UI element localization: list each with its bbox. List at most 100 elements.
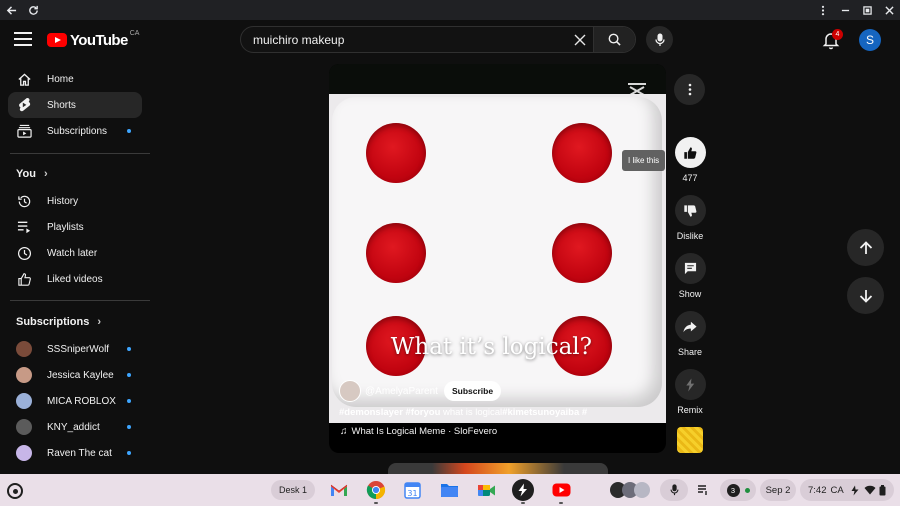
remix-action: Remix xyxy=(670,369,710,415)
sidebar-item-label: Raven The cat xyxy=(47,447,112,459)
new-content-dot xyxy=(127,425,131,429)
sidebar-item-label: KNY_addict xyxy=(47,421,100,433)
sidebar-item-playlists[interactable]: Playlists xyxy=(8,214,142,240)
menu-icon[interactable] xyxy=(14,32,32,46)
channel-avatar xyxy=(16,341,32,357)
you-heading-label: You xyxy=(16,168,36,180)
remix-button[interactable] xyxy=(674,369,706,400)
gmail-icon[interactable] xyxy=(329,480,349,500)
new-content-dot xyxy=(127,347,131,351)
sidebar-subscription-item[interactable]: SSSniperWolf xyxy=(8,336,142,362)
calendar-icon[interactable]: 31 xyxy=(402,480,422,500)
channel-avatar xyxy=(16,419,32,435)
share-button[interactable] xyxy=(674,311,706,342)
notification-center-button[interactable]: 3 xyxy=(720,479,756,501)
browser-toolbar xyxy=(0,0,900,20)
sidebar-item-label: Shorts xyxy=(47,99,76,111)
more-options-button[interactable] xyxy=(674,74,705,105)
new-content-dot xyxy=(127,399,131,403)
youtube-play-icon xyxy=(47,33,67,47)
power-status-icon xyxy=(851,485,859,495)
sidebar-subscription-item[interactable]: Raven The cat xyxy=(8,440,142,466)
previous-short-button[interactable] xyxy=(847,229,884,266)
notification-count: 3 xyxy=(726,483,740,497)
running-indicator xyxy=(559,502,563,504)
sidebar-item-label: MICA ROBLOX xyxy=(47,395,116,407)
close-icon[interactable] xyxy=(878,0,900,20)
shorts-player[interactable]: What it’s logical? @AmelyaParent Subscri… xyxy=(329,64,666,453)
sidebar-item-subscriptions[interactable]: Subscriptions xyxy=(8,118,142,144)
sidebar: Home Shorts Subscriptions You › History … xyxy=(0,64,158,474)
running-indicator xyxy=(521,502,525,504)
voice-search-button[interactable] xyxy=(646,26,673,53)
date-button[interactable]: Sep 2 xyxy=(760,479,796,501)
comments-action: Show xyxy=(670,253,710,299)
chrome-icon[interactable] xyxy=(366,480,386,500)
sidebar-divider xyxy=(10,300,150,301)
tray-avatars[interactable] xyxy=(608,479,656,501)
mic-icon xyxy=(654,33,665,46)
comments-button[interactable] xyxy=(674,253,706,284)
sidebar-item-home[interactable]: Home xyxy=(8,66,142,92)
os-shelf: Desk 1 31 3 Sep 2 7:42 CA xyxy=(0,474,900,506)
watch-later-icon xyxy=(16,245,32,261)
subscribe-button[interactable]: Subscribe xyxy=(443,381,502,401)
tote-icon[interactable] xyxy=(692,479,714,501)
status-dot xyxy=(744,487,750,493)
subscriptions-heading-label: Subscriptions xyxy=(16,316,90,328)
like-tooltip: I like this xyxy=(622,150,666,171)
caption-hashtags[interactable]: #demonslayer #foryou xyxy=(339,407,440,418)
back-arrow-icon[interactable] xyxy=(0,0,22,20)
thumbs-up-icon xyxy=(684,146,697,159)
comments-label: Show xyxy=(678,289,702,299)
dislike-label: Dislike xyxy=(676,231,704,241)
reload-icon[interactable] xyxy=(22,0,44,20)
like-button[interactable] xyxy=(674,137,706,168)
status-area[interactable]: 7:42 CA xyxy=(800,479,894,501)
sidebar-subscription-item[interactable]: KNY_addict xyxy=(8,414,142,440)
channel-handle[interactable]: @AmelyaParent xyxy=(365,386,438,397)
sidebar-item-liked-videos[interactable]: Liked videos xyxy=(8,266,142,292)
search-button[interactable] xyxy=(593,27,635,52)
search-input[interactable] xyxy=(241,27,567,52)
music-link[interactable]: ♫ What Is Logical Meme · SloFevero xyxy=(340,426,497,437)
account-avatar[interactable]: S xyxy=(859,29,881,51)
app-icon[interactable] xyxy=(512,479,534,501)
wifi-icon xyxy=(864,485,876,495)
share-icon xyxy=(683,321,697,332)
sidebar-you-heading[interactable]: You › xyxy=(16,168,48,180)
meet-icon[interactable] xyxy=(476,480,496,500)
files-icon[interactable] xyxy=(439,480,459,500)
kebab-icon[interactable] xyxy=(812,0,834,20)
youtube-icon[interactable] xyxy=(551,480,571,500)
tray-avatar xyxy=(634,482,650,498)
minimize-icon[interactable] xyxy=(834,0,856,20)
next-short-button[interactable] xyxy=(847,277,884,314)
sidebar-item-history[interactable]: History xyxy=(8,188,142,214)
sidebar-item-shorts[interactable]: Shorts xyxy=(8,92,142,118)
thumbs-up-icon xyxy=(16,271,32,287)
sidebar-item-watch-later[interactable]: Watch later xyxy=(8,240,142,266)
caption-hashtags[interactable]: #kimetsunoyaiba # xyxy=(502,407,587,418)
like-action: 477 xyxy=(670,137,710,183)
tray-mic-button[interactable] xyxy=(660,479,688,501)
thumbs-down-icon xyxy=(684,204,697,217)
dislike-button[interactable] xyxy=(674,195,706,226)
clear-search-icon[interactable] xyxy=(567,27,593,53)
short-video-frame[interactable]: What it’s logical? xyxy=(329,94,666,423)
desk-switcher[interactable]: Desk 1 xyxy=(271,480,316,500)
dice-pip xyxy=(552,123,612,183)
channel-row: @AmelyaParent Subscribe xyxy=(339,380,502,402)
sidebar-subscription-item[interactable]: Jessica Kaylee xyxy=(8,362,142,388)
remix-icon xyxy=(685,378,694,391)
sidebar-subscription-item[interactable]: MICA ROBLOX xyxy=(8,388,142,414)
sound-thumbnail[interactable] xyxy=(677,427,703,453)
clock-region: CA xyxy=(830,484,844,496)
channel-avatar[interactable] xyxy=(339,380,361,402)
youtube-logo[interactable]: YouTube CA xyxy=(47,30,139,50)
battery-icon xyxy=(879,484,886,495)
maximize-icon[interactable] xyxy=(856,0,878,20)
launcher-icon[interactable] xyxy=(7,483,23,499)
sidebar-subscriptions-heading[interactable]: Subscriptions › xyxy=(16,316,101,328)
sidebar-item-label: Watch later xyxy=(47,247,98,259)
